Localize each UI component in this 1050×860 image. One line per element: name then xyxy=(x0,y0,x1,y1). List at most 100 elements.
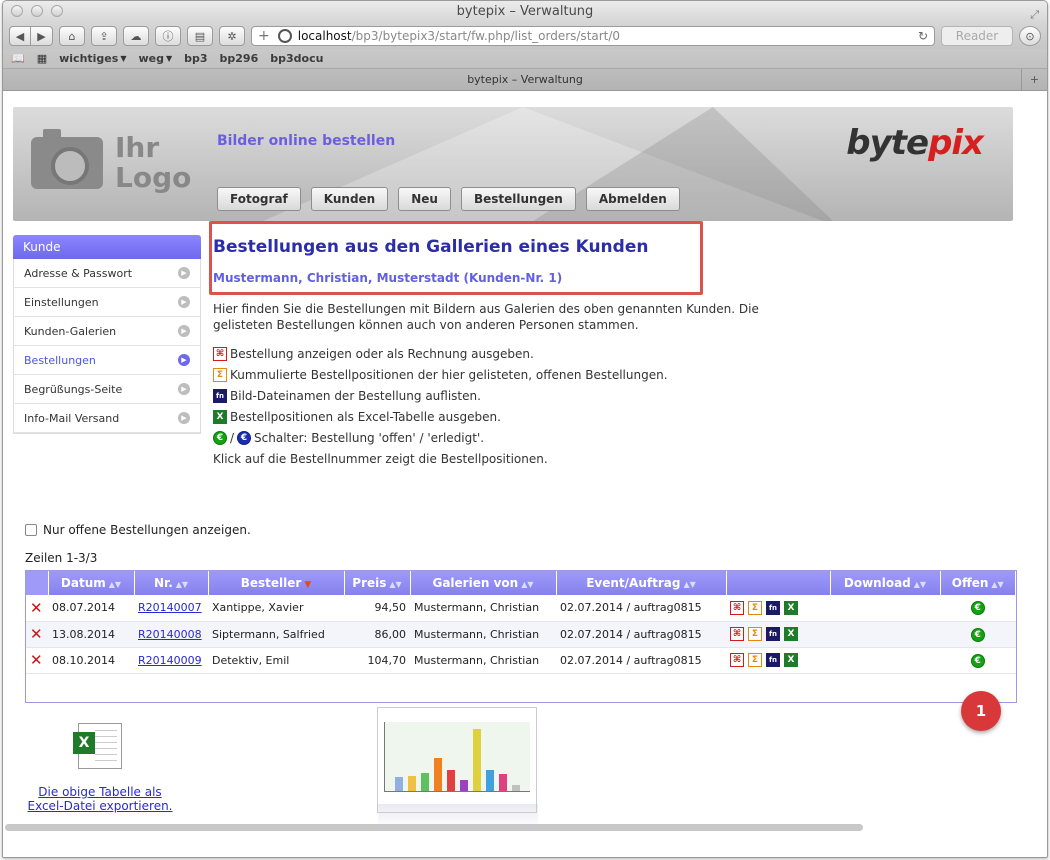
logo-line-2: Logo xyxy=(115,161,192,194)
zoom-window-button[interactable] xyxy=(51,5,63,17)
delete-x-icon[interactable]: ✕ xyxy=(30,625,43,643)
open-orders-checkbox[interactable] xyxy=(25,524,37,536)
info-button[interactable]: ⓘ xyxy=(155,26,181,46)
order-number-link[interactable]: R20140008 xyxy=(138,628,202,641)
reading-list-icon[interactable]: 📖 xyxy=(11,52,25,65)
nav-kunden[interactable]: Kunden xyxy=(310,187,389,211)
thumbnail-bar xyxy=(499,774,507,791)
bookmark-bp3[interactable]: bp3 xyxy=(184,52,207,65)
excel-icon[interactable]: X xyxy=(784,627,798,641)
col-nr[interactable]: Nr. ▲▼ xyxy=(134,571,209,595)
excel-export-link[interactable]: Die obige Tabelle als Excel-Datei export… xyxy=(25,785,175,813)
sidebar-item[interactable]: Einstellungen ▶ xyxy=(14,288,200,317)
order-number-link[interactable]: R20140007 xyxy=(138,601,202,614)
cell-galerie: Mustermann, Christian xyxy=(410,621,556,648)
window-title: bytepix – Verwaltung xyxy=(456,4,594,19)
euro-open-icon[interactable]: € xyxy=(970,601,985,616)
cell-download xyxy=(830,621,940,648)
highlight-frame xyxy=(209,221,703,295)
share-button[interactable]: ⇪ xyxy=(91,26,117,46)
pdf-icon[interactable]: ⌘ xyxy=(730,653,744,667)
main-content: Bestellungen aus den Gallerien eines Kun… xyxy=(209,221,1013,469)
excel-export[interactable]: Die obige Tabelle als Excel-Datei export… xyxy=(25,723,175,813)
bookmark-bp3docu[interactable]: bp3docu xyxy=(270,52,323,65)
sidebar-item-label: Bestellungen xyxy=(24,353,96,367)
col-preis[interactable]: Preis ▲▼ xyxy=(344,571,411,595)
cell-event: 02.07.2014 / auftrag0815 xyxy=(556,595,726,622)
delete-x-icon[interactable]: ✕ xyxy=(30,651,43,669)
sidebar-item-label: Begrüßungs-Seite xyxy=(24,382,123,396)
euro-open-icon[interactable]: € xyxy=(970,627,985,642)
back-button[interactable]: ◀ xyxy=(9,26,31,46)
nav-fotograf[interactable]: Fotograf xyxy=(217,187,301,211)
col-datum[interactable]: Datum ▲▼ xyxy=(48,571,135,595)
excel-icon[interactable]: X xyxy=(784,600,798,615)
home-button[interactable]: ⌂ xyxy=(59,26,85,46)
open-orders-filter[interactable]: Nur offene Bestellungen anzeigen. xyxy=(25,523,251,537)
sigma-icon[interactable]: Σ xyxy=(748,627,762,641)
horizontal-scrollbar[interactable] xyxy=(5,824,863,831)
nav-bestellungen[interactable]: Bestellungen xyxy=(460,187,576,211)
minimize-window-button[interactable] xyxy=(31,5,43,17)
cell-besteller: Detektiv, Emil xyxy=(208,647,344,674)
sidebar-item[interactable]: Bestellungen ▶ xyxy=(14,346,200,375)
tab-title[interactable]: bytepix – Verwaltung xyxy=(467,73,583,86)
pdf-icon[interactable]: ⌘ xyxy=(730,600,744,615)
fn-filenames-icon[interactable]: fn xyxy=(766,653,780,667)
browser-window: bytepix – Verwaltung ⤢ ◀ ▶ ⌂ ⇪ ☁ ⓘ ▤ ✲ +… xyxy=(2,0,1048,858)
close-window-button[interactable] xyxy=(11,5,23,17)
sidebar: Kunde Adresse & Passwort ▶ Einstellungen ▶ K… xyxy=(13,235,201,434)
thumbnail-bar xyxy=(460,779,468,791)
description: Hier finden Sie die Bestellungen mit Bil… xyxy=(213,302,759,332)
nav-abmelden[interactable]: Abmelden xyxy=(585,187,680,211)
site-logo: Ihr Logo xyxy=(31,129,192,194)
order-number-link[interactable]: R20140009 xyxy=(138,654,202,667)
window-titlebar: bytepix – Verwaltung ⤢ xyxy=(3,1,1047,23)
extension-button[interactable]: ▤ xyxy=(187,26,213,46)
thumbnail-bar xyxy=(486,770,494,791)
nav-neu[interactable]: Neu xyxy=(398,187,451,211)
download-button[interactable]: ⊙ xyxy=(1019,26,1041,46)
step-badge: 1 xyxy=(961,691,1001,731)
excel-file-icon[interactable] xyxy=(73,723,122,769)
col-galerien[interactable]: Galerien von ▲▼ xyxy=(410,571,557,595)
chart-thumbnail-plot xyxy=(384,722,530,792)
sidebar-item[interactable]: Info-Mail Versand ▶ xyxy=(14,404,200,433)
chevron-right-icon: ▶ xyxy=(178,267,190,279)
page-content: Ihr Logo Bilder online bestellen bytepix… xyxy=(3,93,1047,857)
reader-button[interactable]: Reader xyxy=(941,26,1013,46)
pdf-icon[interactable]: ⌘ xyxy=(730,627,744,641)
col-event[interactable]: Event/Auftrag ▲▼ xyxy=(556,571,727,595)
col-offen[interactable]: Offen ▲▼ xyxy=(940,571,1016,595)
forward-button[interactable]: ▶ xyxy=(31,26,53,46)
fn-filenames-icon[interactable]: fn xyxy=(766,627,780,641)
excel-icon[interactable]: X xyxy=(784,653,798,667)
fullscreen-icon[interactable]: ⤢ xyxy=(1030,4,1039,26)
reload-icon[interactable]: ↻ xyxy=(918,29,928,43)
cell-event: 02.07.2014 / auftrag0815 xyxy=(556,647,726,674)
cell-download xyxy=(830,647,940,674)
add-bookmark-icon[interactable]: + xyxy=(258,28,270,44)
sigma-icon[interactable]: Σ xyxy=(748,600,762,615)
chevron-right-icon: ▶ xyxy=(178,383,190,395)
new-tab-icon[interactable]: + xyxy=(1021,69,1047,90)
site-slogan: Bilder online bestellen xyxy=(217,133,396,149)
sigma-icon[interactable]: Σ xyxy=(748,653,762,667)
col-besteller[interactable]: Besteller ▼ xyxy=(208,571,345,595)
bookmark-wichtiges[interactable]: wichtiges xyxy=(59,52,118,65)
fn-filenames-icon[interactable]: fn xyxy=(766,600,780,615)
chart-thumbnail[interactable] xyxy=(377,707,538,828)
bookmark-bp296[interactable]: bp296 xyxy=(220,52,259,65)
sidebar-item[interactable]: Kunden-Galerien ▶ xyxy=(14,317,200,346)
cloud-button[interactable]: ☁ xyxy=(123,26,149,46)
sidebar-item[interactable]: Begrüßungs-Seite ▶ xyxy=(14,375,200,404)
top-sites-icon[interactable]: ▦ xyxy=(37,52,47,65)
address-bar[interactable]: + localhost /bp3/bytepix3/start/fw.php/l… xyxy=(251,26,935,46)
delete-x-icon[interactable]: ✕ xyxy=(30,599,43,617)
col-download[interactable]: Download ▲▼ xyxy=(830,571,941,595)
sidebar-item[interactable]: Adresse & Passwort ▶ xyxy=(14,259,200,288)
settings-gear-button[interactable]: ✲ xyxy=(219,26,245,46)
bookmark-weg[interactable]: weg xyxy=(138,52,164,65)
thumbnail-bar xyxy=(447,770,455,791)
euro-open-icon[interactable]: € xyxy=(970,653,985,668)
